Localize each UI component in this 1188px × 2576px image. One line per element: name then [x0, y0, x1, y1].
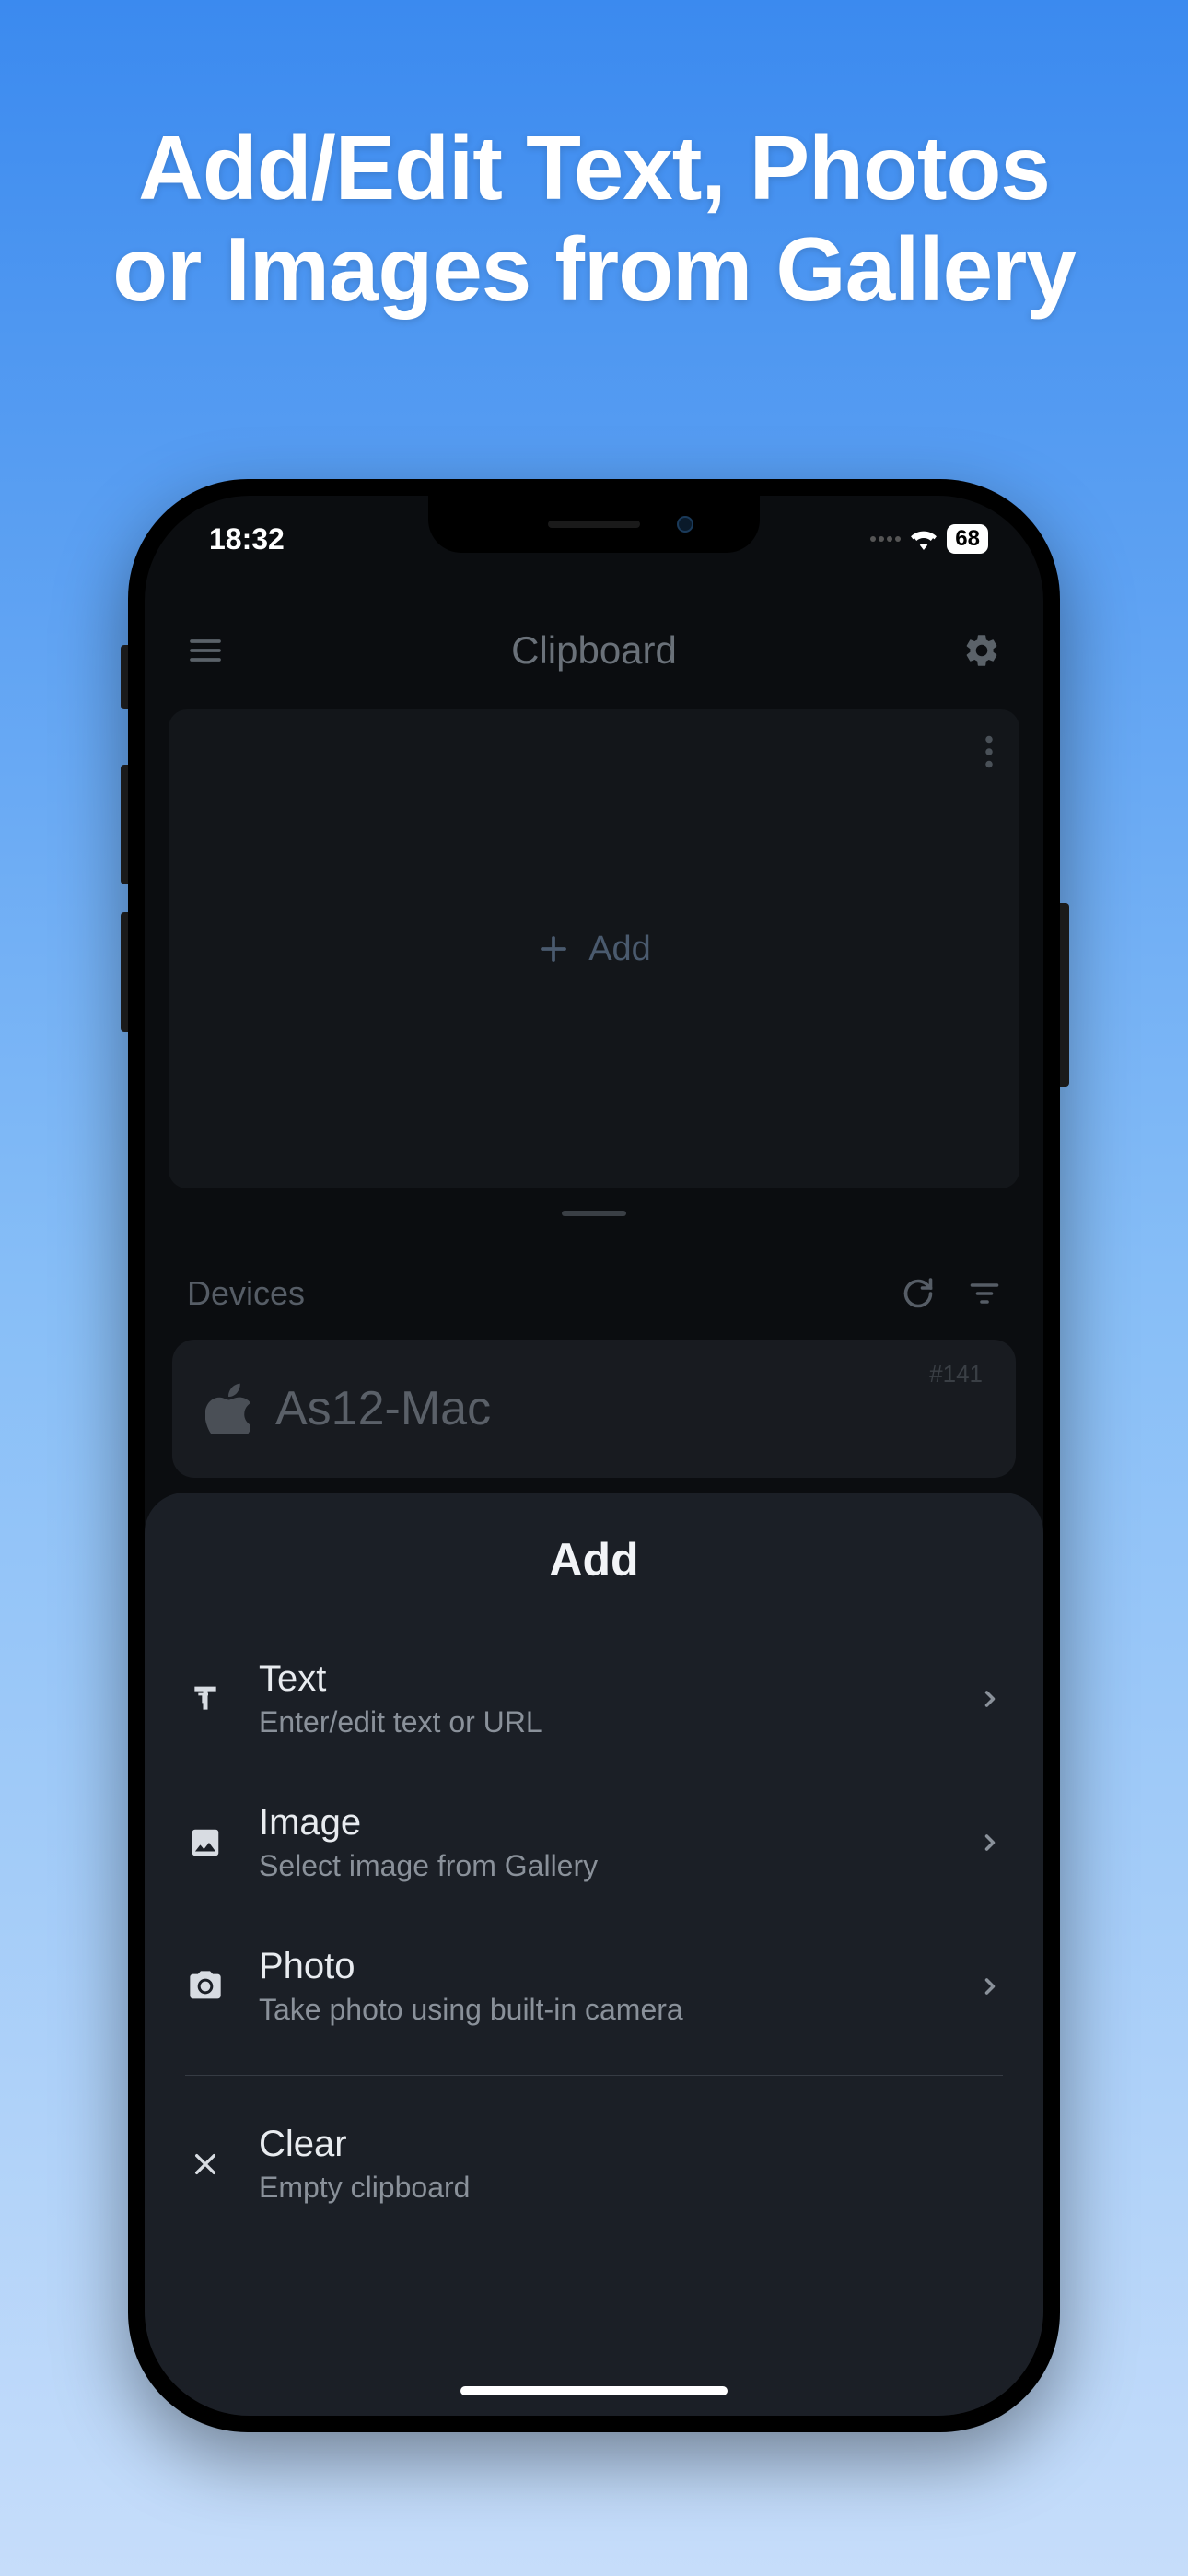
- marketing-headline-line1: Add/Edit Text, Photos: [138, 117, 1050, 218]
- device-name: As12-Mac: [275, 1381, 903, 1436]
- cellular-icon: [870, 536, 901, 542]
- marketing-headline-line2: or Images from Gallery: [112, 218, 1076, 320]
- sheet-item-subtitle: Enter/edit text or URL: [259, 1705, 944, 1739]
- sheet-item-text[interactable]: Text Enter/edit text or URL: [185, 1627, 1003, 1771]
- add-button-label: Add: [588, 930, 651, 969]
- device-number: #141: [929, 1360, 983, 1388]
- sheet-title: Add: [145, 1533, 1043, 1587]
- refresh-icon: [902, 1277, 935, 1310]
- sheet-item-title: Clear: [259, 2124, 1003, 2165]
- devices-label: Devices: [187, 1274, 305, 1313]
- refresh-button[interactable]: [902, 1277, 935, 1310]
- marketing-headline: Add/Edit Text, Photos or Images from Gal…: [0, 118, 1188, 321]
- image-icon: [185, 1822, 226, 1863]
- app-header: Clipboard: [145, 604, 1043, 697]
- close-icon: [185, 2144, 226, 2184]
- add-button[interactable]: Add: [537, 930, 651, 969]
- drag-handle[interactable]: [562, 1211, 626, 1216]
- battery-indicator: 68: [947, 524, 988, 554]
- phone-screen: 18:32 68: [145, 496, 1043, 2416]
- chevron-right-icon: [977, 1830, 1003, 1856]
- phone-notch: [428, 496, 760, 553]
- home-indicator[interactable]: [460, 2386, 728, 2395]
- filter-icon: [968, 1277, 1001, 1310]
- sheet-item-title: Image: [259, 1802, 944, 1844]
- add-bottom-sheet: Add Text Enter/edit text or URL: [145, 1493, 1043, 2416]
- plus-icon: [537, 932, 570, 966]
- chevron-right-icon: [977, 1973, 1003, 1999]
- divider: [185, 2075, 1003, 2076]
- filter-button[interactable]: [968, 1277, 1001, 1310]
- sheet-item-title: Photo: [259, 1946, 944, 1987]
- sheet-item-subtitle: Select image from Gallery: [259, 1849, 944, 1883]
- menu-button[interactable]: [187, 632, 224, 669]
- clipboard-empty-card: Add: [169, 709, 1019, 1188]
- device-card[interactable]: As12-Mac #141: [172, 1340, 1016, 1478]
- sheet-item-subtitle: Take photo using built-in camera: [259, 1993, 944, 2027]
- sheet-item-photo[interactable]: Photo Take photo using built-in camera: [185, 1914, 1003, 2058]
- phone-mockup-frame: 18:32 68: [128, 479, 1060, 2432]
- devices-section-header: Devices: [145, 1257, 1043, 1330]
- sheet-item-clear[interactable]: Clear Empty clipboard: [185, 2092, 1003, 2236]
- card-more-button[interactable]: [984, 735, 994, 768]
- sheet-item-subtitle: Empty clipboard: [259, 2171, 1003, 2205]
- status-indicators: 68: [870, 524, 988, 554]
- settings-button[interactable]: [962, 631, 1001, 670]
- page-title: Clipboard: [511, 628, 677, 673]
- status-time: 18:32: [209, 522, 285, 556]
- text-icon: [185, 1679, 226, 1719]
- sheet-item-image[interactable]: Image Select image from Gallery: [185, 1771, 1003, 1914]
- chevron-right-icon: [977, 1686, 1003, 1712]
- sheet-item-title: Text: [259, 1658, 944, 1700]
- wifi-icon: [910, 528, 938, 550]
- apple-icon: [205, 1383, 250, 1434]
- camera-icon: [185, 1966, 226, 2007]
